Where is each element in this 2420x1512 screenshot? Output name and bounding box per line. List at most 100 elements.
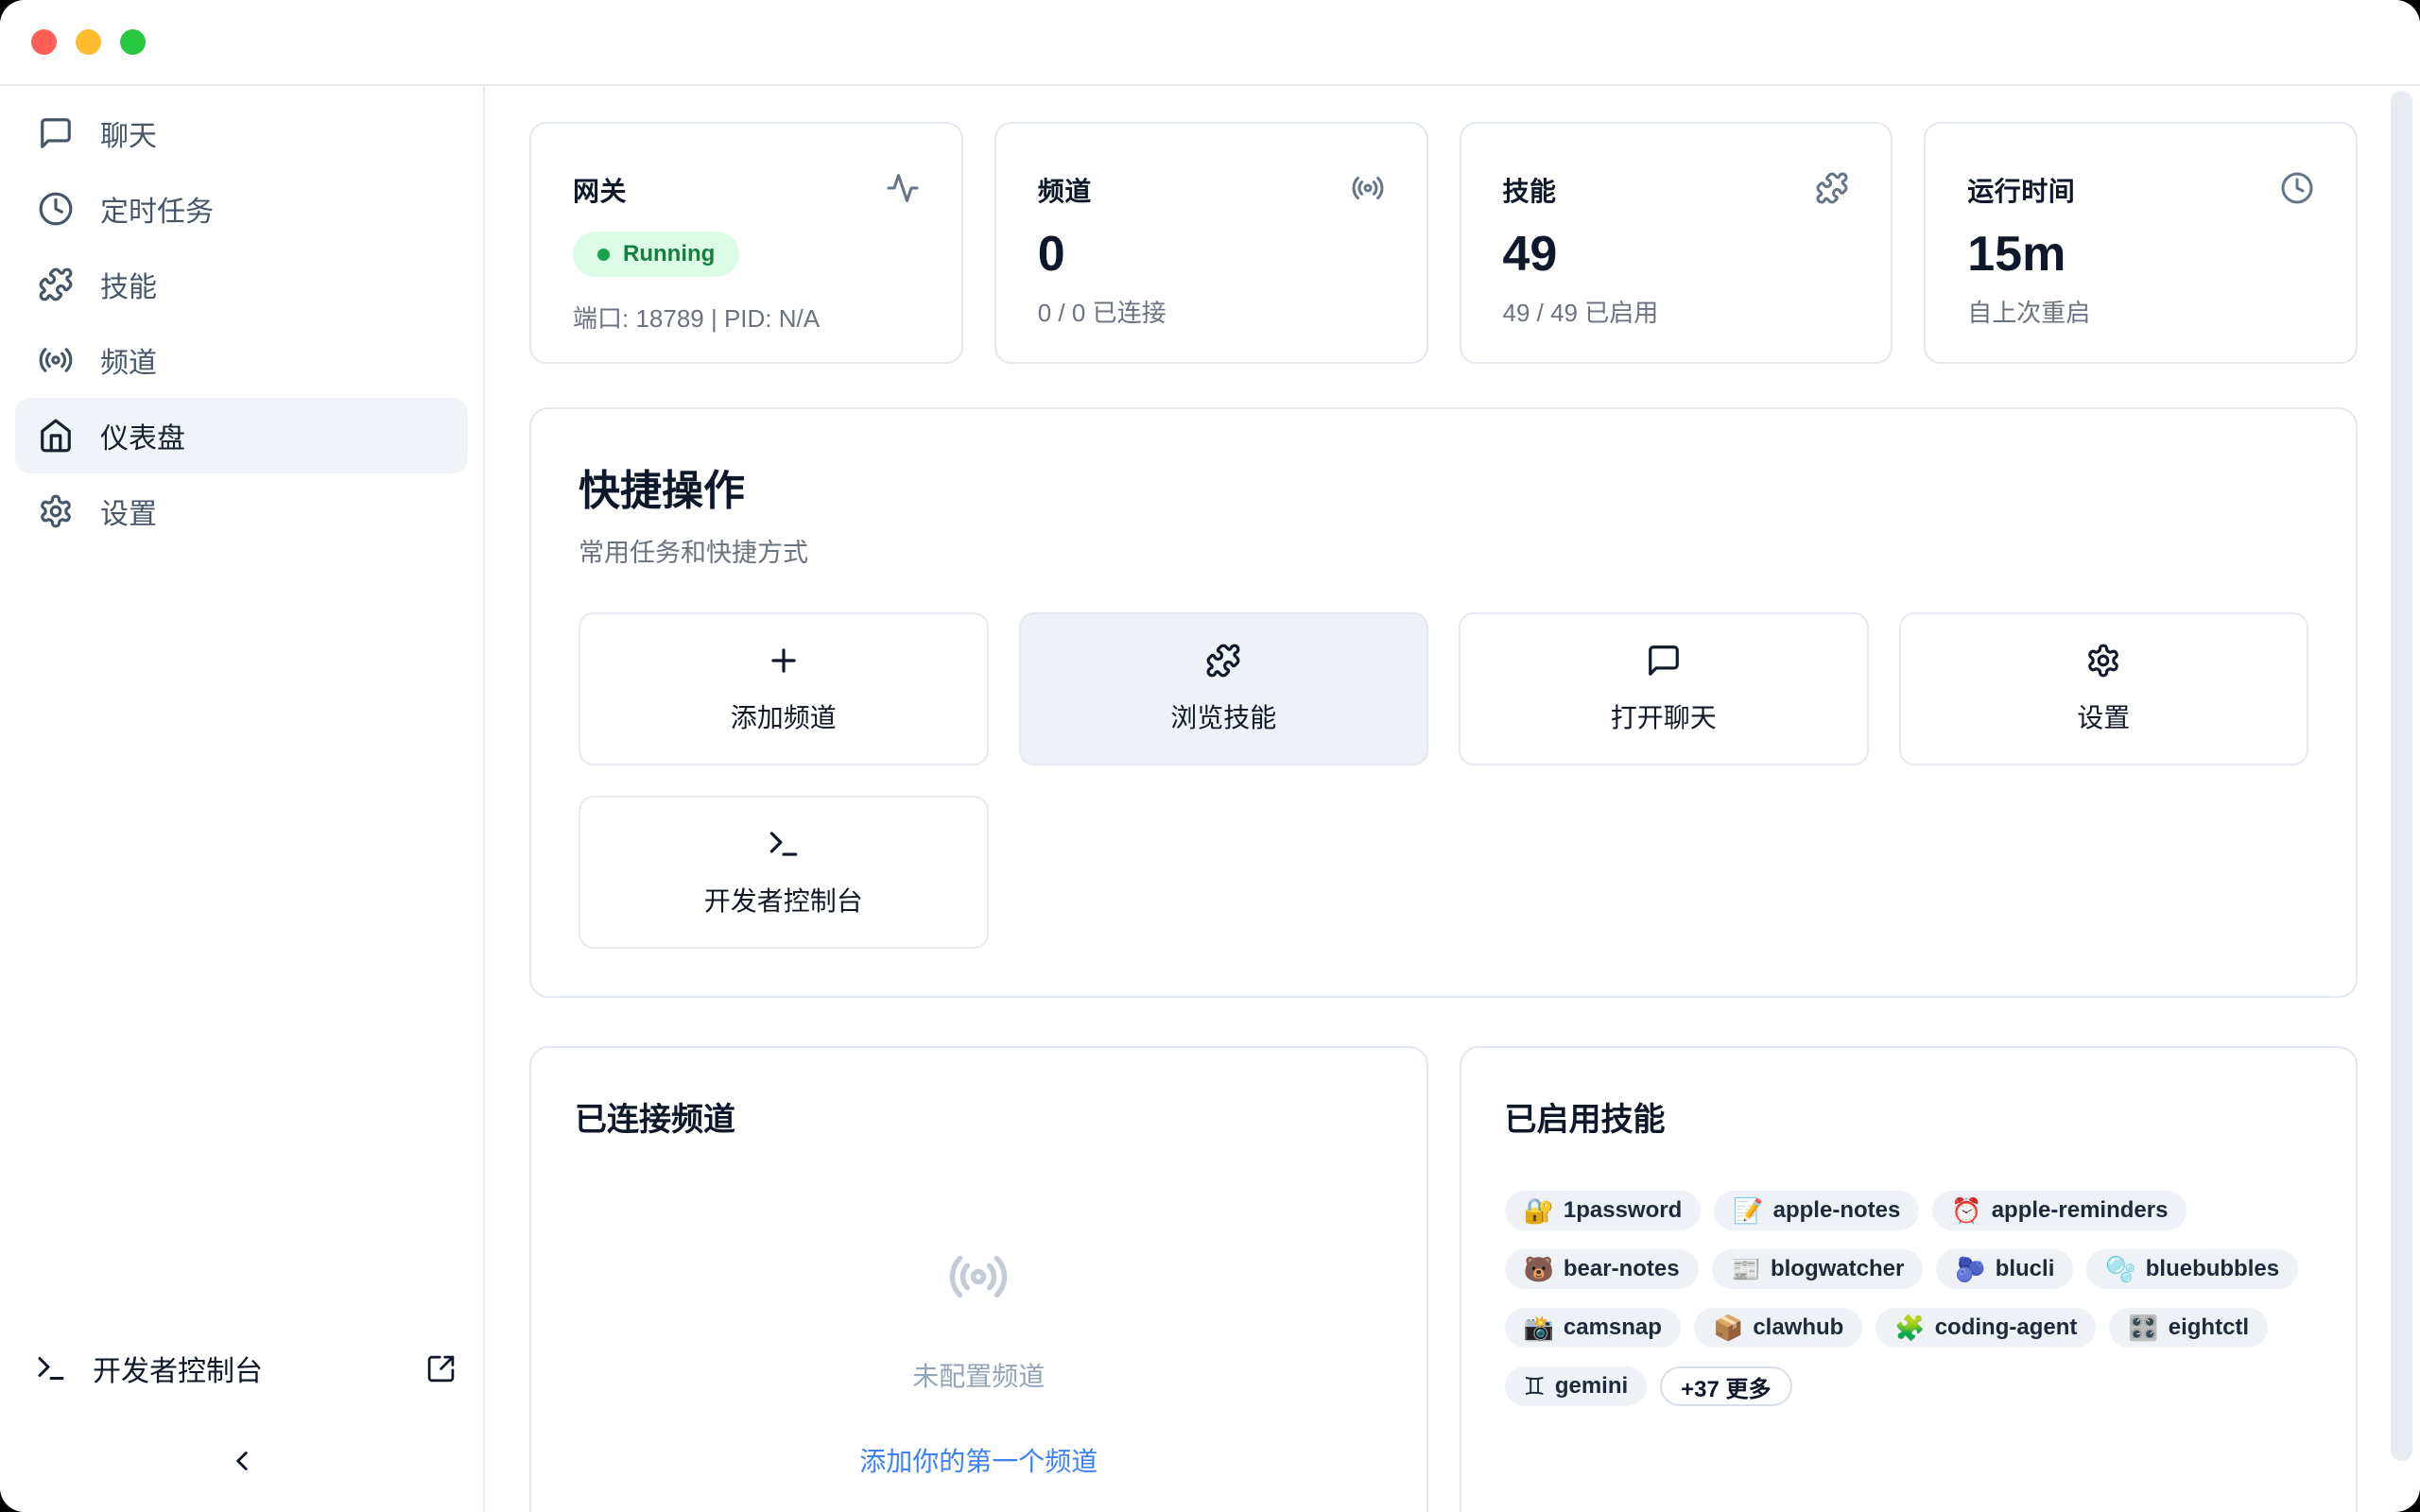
dev-console-label: 开发者控制台	[93, 1348, 263, 1389]
home-icon	[38, 418, 74, 454]
stat-title: 运行时间	[1967, 171, 2075, 209]
gear-icon	[38, 493, 74, 529]
bear-icon: 🐻	[1524, 1257, 1554, 1281]
puzzle-piece-icon: 🧩	[1894, 1315, 1925, 1340]
camera-flash-icon: 📸	[1524, 1315, 1554, 1340]
chat-icon	[38, 115, 74, 151]
puzzle-icon	[1815, 171, 1849, 205]
skill-chip: ♊gemini	[1505, 1366, 1648, 1406]
stat-title: 技能	[1503, 171, 1557, 209]
skill-chip: 🧩coding-agent	[1876, 1308, 2096, 1348]
gemini-icon: ♊	[1524, 1374, 1546, 1399]
radio-icon	[947, 1246, 1010, 1313]
sidebar-item-label: 频道	[100, 339, 157, 381]
open-chat-button[interactable]: 打开聊天	[1459, 612, 1869, 765]
dev-console-footer-button[interactable]: 开发者控制台	[15, 1348, 468, 1389]
more-skills-button[interactable]: +37 更多	[1660, 1366, 1791, 1406]
sidebar-item-settings[interactable]: 设置	[15, 473, 468, 549]
sidebar-item-label: 技能	[100, 264, 157, 305]
sidebar: 聊天 定时任务 技能 频道 仪表盘 设置	[0, 86, 485, 1512]
scrollbar-thumb[interactable]	[2391, 91, 2412, 1461]
memo-icon: 📝	[1733, 1198, 1763, 1223]
newspaper-icon: 📰	[1731, 1257, 1761, 1281]
terminal-icon	[34, 1351, 68, 1385]
radio-icon	[1351, 171, 1385, 205]
stat-value: 49	[1503, 230, 1850, 279]
plus-icon	[766, 643, 802, 679]
close-button[interactable]	[31, 29, 57, 55]
skill-chip: 🐻bear-notes	[1505, 1249, 1699, 1289]
chevron-left-icon	[226, 1445, 258, 1477]
stat-detail: 49 / 49 已启用	[1503, 294, 1850, 329]
enabled-skills-title: 已启用技能	[1505, 1093, 2313, 1140]
zoom-button[interactable]	[120, 29, 146, 55]
external-link-icon	[425, 1353, 457, 1384]
clock-icon	[38, 191, 74, 227]
skill-chip: 🫧bluebubbles	[2086, 1249, 2298, 1289]
status-badge: Running	[573, 232, 739, 277]
quick-actions-panel: 快捷操作 常用任务和快捷方式 添加频道 浏览技能 打开聊天	[529, 407, 2358, 998]
stat-detail: 0 / 0 已连接	[1038, 294, 1385, 329]
puzzle-icon	[1205, 643, 1241, 679]
stat-value: 15m	[1967, 230, 2314, 279]
connected-channels-title: 已连接频道	[575, 1093, 1383, 1140]
stat-card-channels: 频道 0 0 / 0 已连接	[994, 122, 1428, 364]
package-icon: 📦	[1713, 1315, 1743, 1340]
main-content: 网关 Running 端口: 18789 | PID: N/A 频道 0	[485, 86, 2420, 1512]
sidebar-item-label: 仪表盘	[100, 415, 185, 456]
terminal-icon	[766, 826, 802, 862]
quick-actions-title: 快捷操作	[579, 456, 2308, 517]
sidebar-collapse-button[interactable]	[219, 1438, 265, 1484]
stat-card-gateway: 网关 Running 端口: 18789 | PID: N/A	[529, 122, 963, 364]
channels-empty-text: 未配置频道	[912, 1356, 1045, 1394]
locked-with-key-icon: 🔐	[1524, 1198, 1554, 1223]
minimize-button[interactable]	[76, 29, 101, 55]
skills-chip-list: 🔐1password 📝apple-notes ⏰apple-reminders…	[1505, 1191, 2313, 1406]
puzzle-icon	[38, 266, 74, 302]
sidebar-item-label: 聊天	[100, 112, 157, 154]
sidebar-item-scheduled-tasks[interactable]: 定时任务	[15, 171, 468, 247]
stat-detail: 端口: 18789 | PID: N/A	[573, 300, 920, 335]
browse-skills-button[interactable]: 浏览技能	[1019, 612, 1429, 765]
skill-chip: 🔐1password	[1505, 1191, 1702, 1230]
titlebar	[0, 0, 2420, 86]
connected-channels-panel: 已连接频道 未配置频道 添加你的第一个频道	[529, 1046, 1428, 1512]
settings-button[interactable]: 设置	[1899, 612, 2309, 765]
sidebar-item-chat[interactable]: 聊天	[15, 95, 468, 171]
add-first-channel-link[interactable]: 添加你的第一个频道	[859, 1441, 1098, 1479]
stat-card-uptime: 运行时间 15m 自上次重启	[1924, 122, 2358, 364]
stat-title: 频道	[1038, 171, 1092, 209]
gear-icon	[2085, 643, 2121, 679]
stat-value: 0	[1038, 230, 1385, 279]
add-channel-button[interactable]: 添加频道	[579, 612, 989, 765]
stats-row: 网关 Running 端口: 18789 | PID: N/A 频道 0	[529, 122, 2358, 364]
skill-chip: 📰blogwatcher	[1712, 1249, 1924, 1289]
stat-title: 网关	[573, 171, 627, 209]
sidebar-item-label: 定时任务	[100, 188, 214, 230]
activity-icon	[886, 171, 920, 205]
skill-chip: ⏰apple-reminders	[1932, 1191, 2187, 1230]
dev-console-button[interactable]: 开发者控制台	[579, 796, 989, 949]
skill-chip: 🎛️eightctl	[2109, 1308, 2268, 1348]
bubbles-icon: 🫧	[2105, 1257, 2135, 1281]
radio-icon	[38, 342, 74, 378]
app-window: 聊天 定时任务 技能 频道 仪表盘 设置	[0, 0, 2420, 1512]
control-knobs-icon: 🎛️	[2128, 1315, 2158, 1340]
enabled-skills-panel: 已启用技能 🔐1password 📝apple-notes ⏰apple-rem…	[1460, 1046, 2359, 1512]
quick-actions-subtitle: 常用任务和快捷方式	[579, 532, 2308, 569]
skill-chip: 📦clawhub	[1694, 1308, 1862, 1348]
skill-chip: 🫐blucli	[1936, 1249, 2073, 1289]
sidebar-item-skills[interactable]: 技能	[15, 247, 468, 322]
status-dot-icon	[597, 249, 610, 261]
sidebar-item-channels[interactable]: 频道	[15, 322, 468, 398]
stat-card-skills: 技能 49 49 / 49 已启用	[1460, 122, 1893, 364]
blueberries-icon: 🫐	[1955, 1257, 1985, 1281]
sidebar-item-label: 设置	[100, 490, 157, 532]
chat-icon	[1646, 643, 1682, 679]
stat-detail: 自上次重启	[1967, 294, 2314, 329]
sidebar-item-dashboard[interactable]: 仪表盘	[15, 398, 468, 473]
quick-actions-grid: 添加频道 浏览技能 打开聊天 设置	[579, 612, 2308, 949]
alarm-clock-icon: ⏰	[1951, 1198, 1981, 1223]
bottom-panels: 已连接频道 未配置频道 添加你的第一个频道 已启用技能 🔐1password 📝…	[529, 1046, 2358, 1512]
skill-chip: 📸camsnap	[1505, 1308, 1681, 1348]
